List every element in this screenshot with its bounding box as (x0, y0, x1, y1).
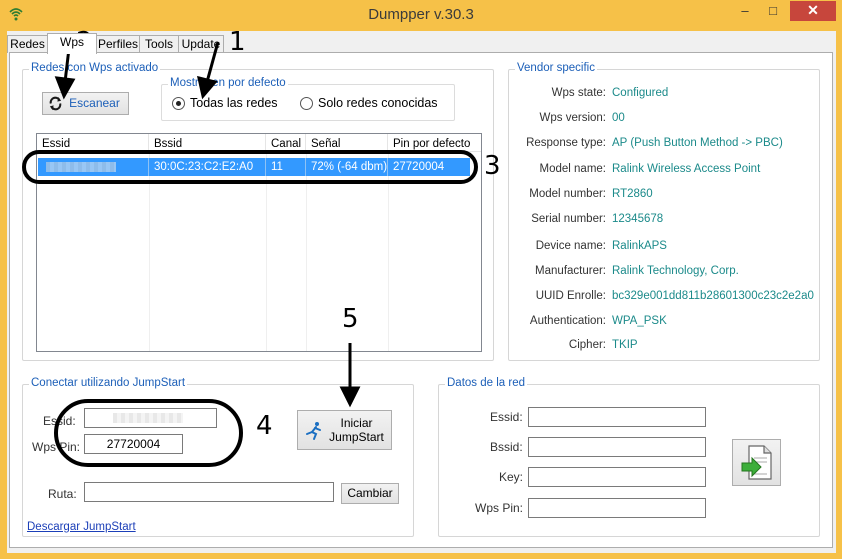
arrow-1 (197, 41, 220, 100)
tab-wps[interactable]: Wps (47, 33, 97, 54)
annotation-arrows (54, 39, 361, 408)
arrow-5 (339, 343, 361, 408)
